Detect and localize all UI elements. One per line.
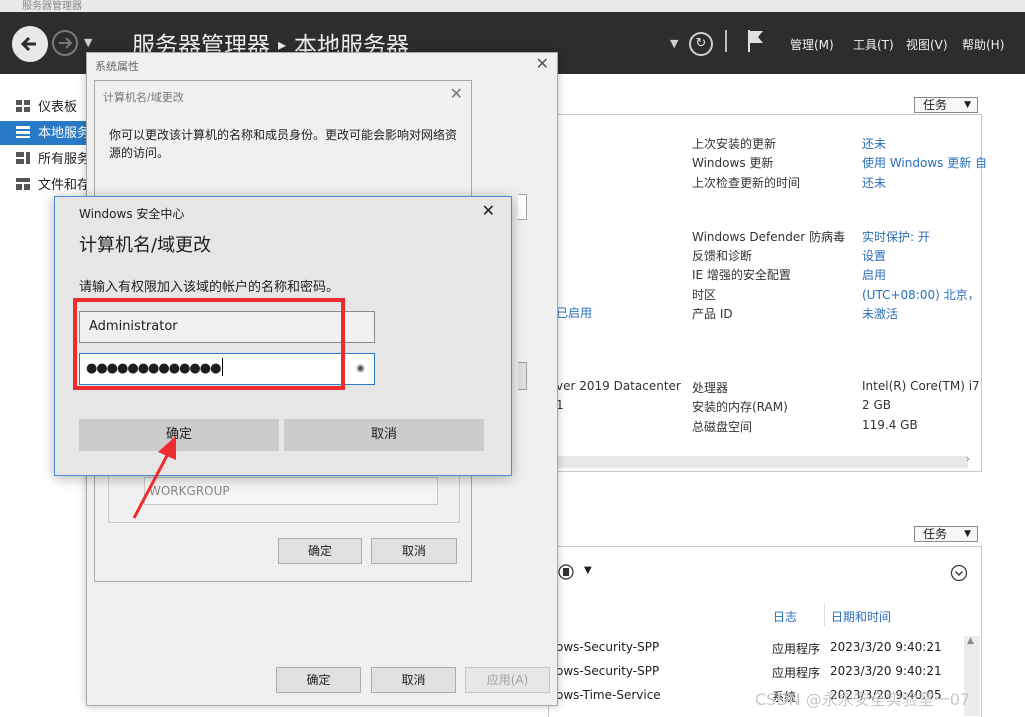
sidebar-item-label: 仪表板 <box>38 100 78 115</box>
servers-icon <box>16 152 30 164</box>
server-icon <box>16 126 30 138</box>
dashboard-icon <box>16 100 30 112</box>
scroll-up-icon[interactable]: ▲ <box>967 636 974 646</box>
sidebar-item-all-servers[interactable]: 所有服务 <box>0 147 92 171</box>
sidebar-item-local-server[interactable]: 本地服务 <box>0 121 92 145</box>
menu-tools[interactable]: 工具(T) <box>853 36 894 53</box>
credential-prompt: 请输入有权限加入该域的帐户的名称和密码。 <box>79 280 340 295</box>
prop-label: 产品 ID <box>692 307 733 321</box>
window-title: 服务器管理器 <box>22 1 82 12</box>
column-divider <box>824 604 825 626</box>
menu-view[interactable]: 视图(V) <box>906 36 948 53</box>
prop-label: 上次检查更新的时间 <box>692 176 801 190</box>
workgroup-input[interactable]: WORKGROUP <box>144 477 438 505</box>
chevron-down-icon: ▼ <box>964 100 971 110</box>
prop-value: 119.4 GB <box>862 418 918 432</box>
event-source: ows-Security-SPP <box>556 640 660 654</box>
notification-flag-icon[interactable] <box>746 28 766 54</box>
close-icon[interactable]: ✕ <box>482 201 495 220</box>
dialog-app-title: Windows 安全中心 <box>79 207 185 221</box>
dialog-title: 系统属性 <box>95 60 139 73</box>
prop-value[interactable]: 实时保护: 开 <box>862 228 930 245</box>
event-log: 应用程序 <box>772 666 821 680</box>
event-time: 2023/3/20 9:40:21 <box>830 640 942 654</box>
chevron-down-icon: ▼ <box>964 529 971 539</box>
file-storage-icon <box>16 178 30 190</box>
prop-label: Windows Defender 防病毒 <box>692 230 845 244</box>
prop-value[interactable]: (UTC+08:00) 北京，重 <box>862 286 980 303</box>
refresh-icon[interactable]: ↻ <box>689 32 713 56</box>
prop-label: 安装的内存(RAM) <box>692 400 788 414</box>
sidebar-item-dashboard[interactable]: 仪表板 <box>0 95 92 119</box>
column-log[interactable]: 日志 <box>773 608 797 625</box>
highlight-box <box>73 298 345 390</box>
sidebar-item-label: 所有服务 <box>38 152 91 167</box>
reveal-password-icon[interactable]: ◉ <box>347 353 375 385</box>
close-icon[interactable]: ✕ <box>536 54 549 73</box>
prop-value[interactable]: 启用 <box>862 266 886 283</box>
back-button[interactable] <box>12 26 48 62</box>
window-title-bar: 服务器管理器 <box>0 0 1025 12</box>
header-divider <box>725 30 727 52</box>
dialog-description: 你可以更改该计算机的名称和成员身份。更改可能会影响对网络资源的访问。 <box>109 128 458 160</box>
event-source: ows-Time-Service <box>556 688 661 702</box>
prop-label: 时区 <box>692 288 717 302</box>
prop-value[interactable]: 未激活 <box>862 305 898 322</box>
sidebar-item-label: 本地服务 <box>38 126 91 141</box>
properties-tasks-button[interactable]: 任务 ▼ <box>914 97 978 113</box>
button-edge <box>518 362 527 390</box>
tab-edge <box>540 112 548 572</box>
prop-value[interactable]: 设置 <box>862 247 886 264</box>
sidebar-item-label: 文件和存 <box>38 178 91 193</box>
save-query-icon[interactable] <box>558 564 574 580</box>
prop-value-fragment[interactable]: 已启用 <box>556 304 592 321</box>
security-cancel-button[interactable]: 取消 <box>284 419 484 451</box>
tasks-label: 任务 <box>923 98 948 112</box>
table-row[interactable]: ows-Time-Service <box>556 688 661 702</box>
arrow-left-icon <box>20 36 36 52</box>
history-dropdown-icon[interactable]: ▼ <box>84 36 92 49</box>
prop-label: 处理器 <box>692 381 729 395</box>
prop-label: Windows 更新 <box>692 156 774 170</box>
query-dropdown-icon[interactable]: ▼ <box>584 565 592 576</box>
event-log: 应用程序 <box>772 642 821 656</box>
os-value-fragment: ver 2019 Datacenter <box>556 379 681 393</box>
prop-value[interactable]: 使用 Windows 更新 自 <box>862 154 987 171</box>
annotation-arrow-icon <box>132 436 176 519</box>
events-tasks-button[interactable]: 任务 ▼ <box>914 526 978 542</box>
prop-value[interactable]: 还未 <box>862 135 886 152</box>
header-dropdown-icon[interactable]: ▼ <box>670 37 678 50</box>
event-time: 2023/3/20 9:40:21 <box>830 664 942 678</box>
horizontal-scrollbar[interactable] <box>548 456 968 468</box>
prop-value: Intel(R) Core(TM) i7- <box>862 379 980 393</box>
dialog-title: 计算机名/域更改 <box>103 91 184 104</box>
arrow-right-icon <box>59 37 73 49</box>
forward-button[interactable] <box>52 30 78 56</box>
prop-label: IE 增强的安全配置 <box>692 268 791 282</box>
sysprops-apply-button[interactable]: 应用(A) <box>465 667 550 693</box>
prop-label: 上次安装的更新 <box>692 137 777 151</box>
prop-value: 2 GB <box>862 398 891 412</box>
watermark: CSDN @永永安全实验室一07 <box>755 690 971 709</box>
name-change-ok-button[interactable]: 确定 <box>278 538 362 564</box>
sidebar-item-file-storage[interactable]: 文件和存 <box>0 173 92 197</box>
prop-value[interactable]: 还未 <box>862 174 886 191</box>
menu-manage[interactable]: 管理(M) <box>790 36 834 53</box>
close-icon[interactable]: ✕ <box>450 84 463 103</box>
sysprops-cancel-button[interactable]: 取消 <box>371 667 456 693</box>
table-row[interactable]: ows-Security-SPP <box>556 640 659 654</box>
dialog-heading: 计算机名/域更改 <box>79 235 212 256</box>
event-source: ows-Security-SPP <box>556 664 660 678</box>
sysprops-ok-button[interactable]: 确定 <box>276 667 361 693</box>
tasks-label: 任务 <box>923 527 948 541</box>
column-datetime[interactable]: 日期和时间 <box>831 608 891 625</box>
name-change-cancel-button[interactable]: 取消 <box>371 538 457 564</box>
prop-label: 反馈和诊断 <box>692 249 753 263</box>
prop-label: 总磁盘空间 <box>692 420 753 434</box>
menu-help[interactable]: 帮助(H) <box>962 36 1004 53</box>
table-row[interactable]: ows-Security-SPP <box>556 664 659 678</box>
scroll-right-icon[interactable]: › <box>966 454 970 465</box>
expand-section-icon[interactable] <box>950 564 968 582</box>
field-edge <box>518 194 527 220</box>
